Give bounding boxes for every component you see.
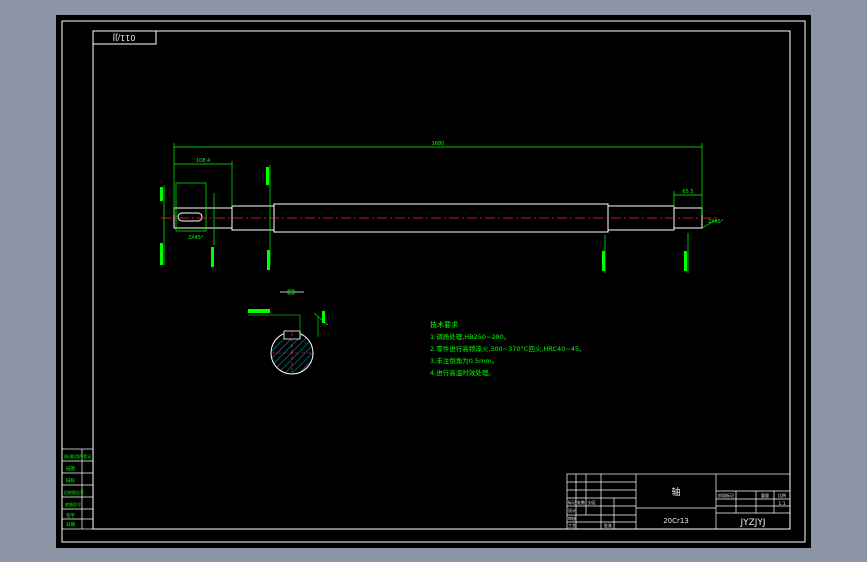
svg-text:批准: 批准 — [604, 522, 612, 528]
svg-text:底图总号: 底图总号 — [65, 501, 81, 507]
dimensions — [163, 143, 717, 273]
svg-text:比例: 比例 — [778, 492, 786, 498]
svg-text:设计: 设计 — [568, 507, 576, 513]
svg-text:旧底图总号: 旧底图总号 — [64, 489, 84, 495]
tech-item-4: 4.进行高温时效处理。 — [430, 368, 495, 377]
tech-item-2: 2.零件进行高频淬火,300~370°C回火,HRC40~45。 — [430, 344, 586, 353]
tech-item-3: 3.未注倒角为0.5mm。 — [430, 356, 498, 365]
scale: 1:1 — [778, 501, 785, 507]
svg-text:日期: 日期 — [66, 522, 75, 528]
side-table-labels: 借(通)用件登记 描图 描校 旧底图总号 底图总号 签字 日期 — [64, 453, 91, 528]
tech-requirements: 技术要求 1.调质处理,HB250~280。 2.零件进行高频淬火,300~37… — [430, 320, 586, 377]
drawing-code: JYZJYJ — [739, 518, 765, 528]
svg-text:标记: 标记 — [568, 499, 576, 505]
outer-frame — [61, 20, 806, 543]
dim-left-chamfer: 2X45° — [188, 235, 204, 241]
svg-text:描图: 描图 — [66, 465, 75, 472]
drawing-canvas: 011/JJ 1680 108.4 65.5 2X45° 2X45° 技术要求 … — [61, 20, 806, 543]
dim-overall-length: 1680 — [432, 141, 445, 147]
dim-right-chamfer: 2X45° — [708, 219, 724, 225]
dim-left-step: 108.4 — [196, 158, 210, 164]
svg-text:处数: 处数 — [577, 499, 585, 505]
svg-text:分区: 分区 — [588, 499, 596, 505]
keyway-slot — [177, 212, 203, 222]
svg-text:重量: 重量 — [761, 492, 769, 498]
svg-text:工艺: 工艺 — [568, 523, 576, 528]
cad-viewport[interactable]: 011/JJ 1680 108.4 65.5 2X45° 2X45° 技术要求 … — [56, 15, 811, 548]
dim-right-step: 65.5 — [682, 189, 693, 195]
part-name: 轴 — [671, 486, 680, 498]
svg-text:借(通)用件登记: 借(通)用件登记 — [64, 453, 91, 459]
svg-text:描校: 描校 — [66, 477, 75, 484]
corner-code: 011/JJ — [113, 33, 136, 42]
tech-title: 技术要求 — [430, 320, 458, 329]
inner-frame — [92, 30, 791, 530]
section-view — [248, 289, 329, 375]
svg-text:阶段标记: 阶段标记 — [718, 492, 734, 498]
tech-item-1: 1.调质处理,HB250~280。 — [430, 332, 510, 341]
svg-text:签字: 签字 — [66, 512, 75, 519]
svg-text:审核: 审核 — [568, 515, 576, 521]
material: 20Cr13 — [663, 517, 689, 525]
shaft-view — [161, 203, 716, 233]
